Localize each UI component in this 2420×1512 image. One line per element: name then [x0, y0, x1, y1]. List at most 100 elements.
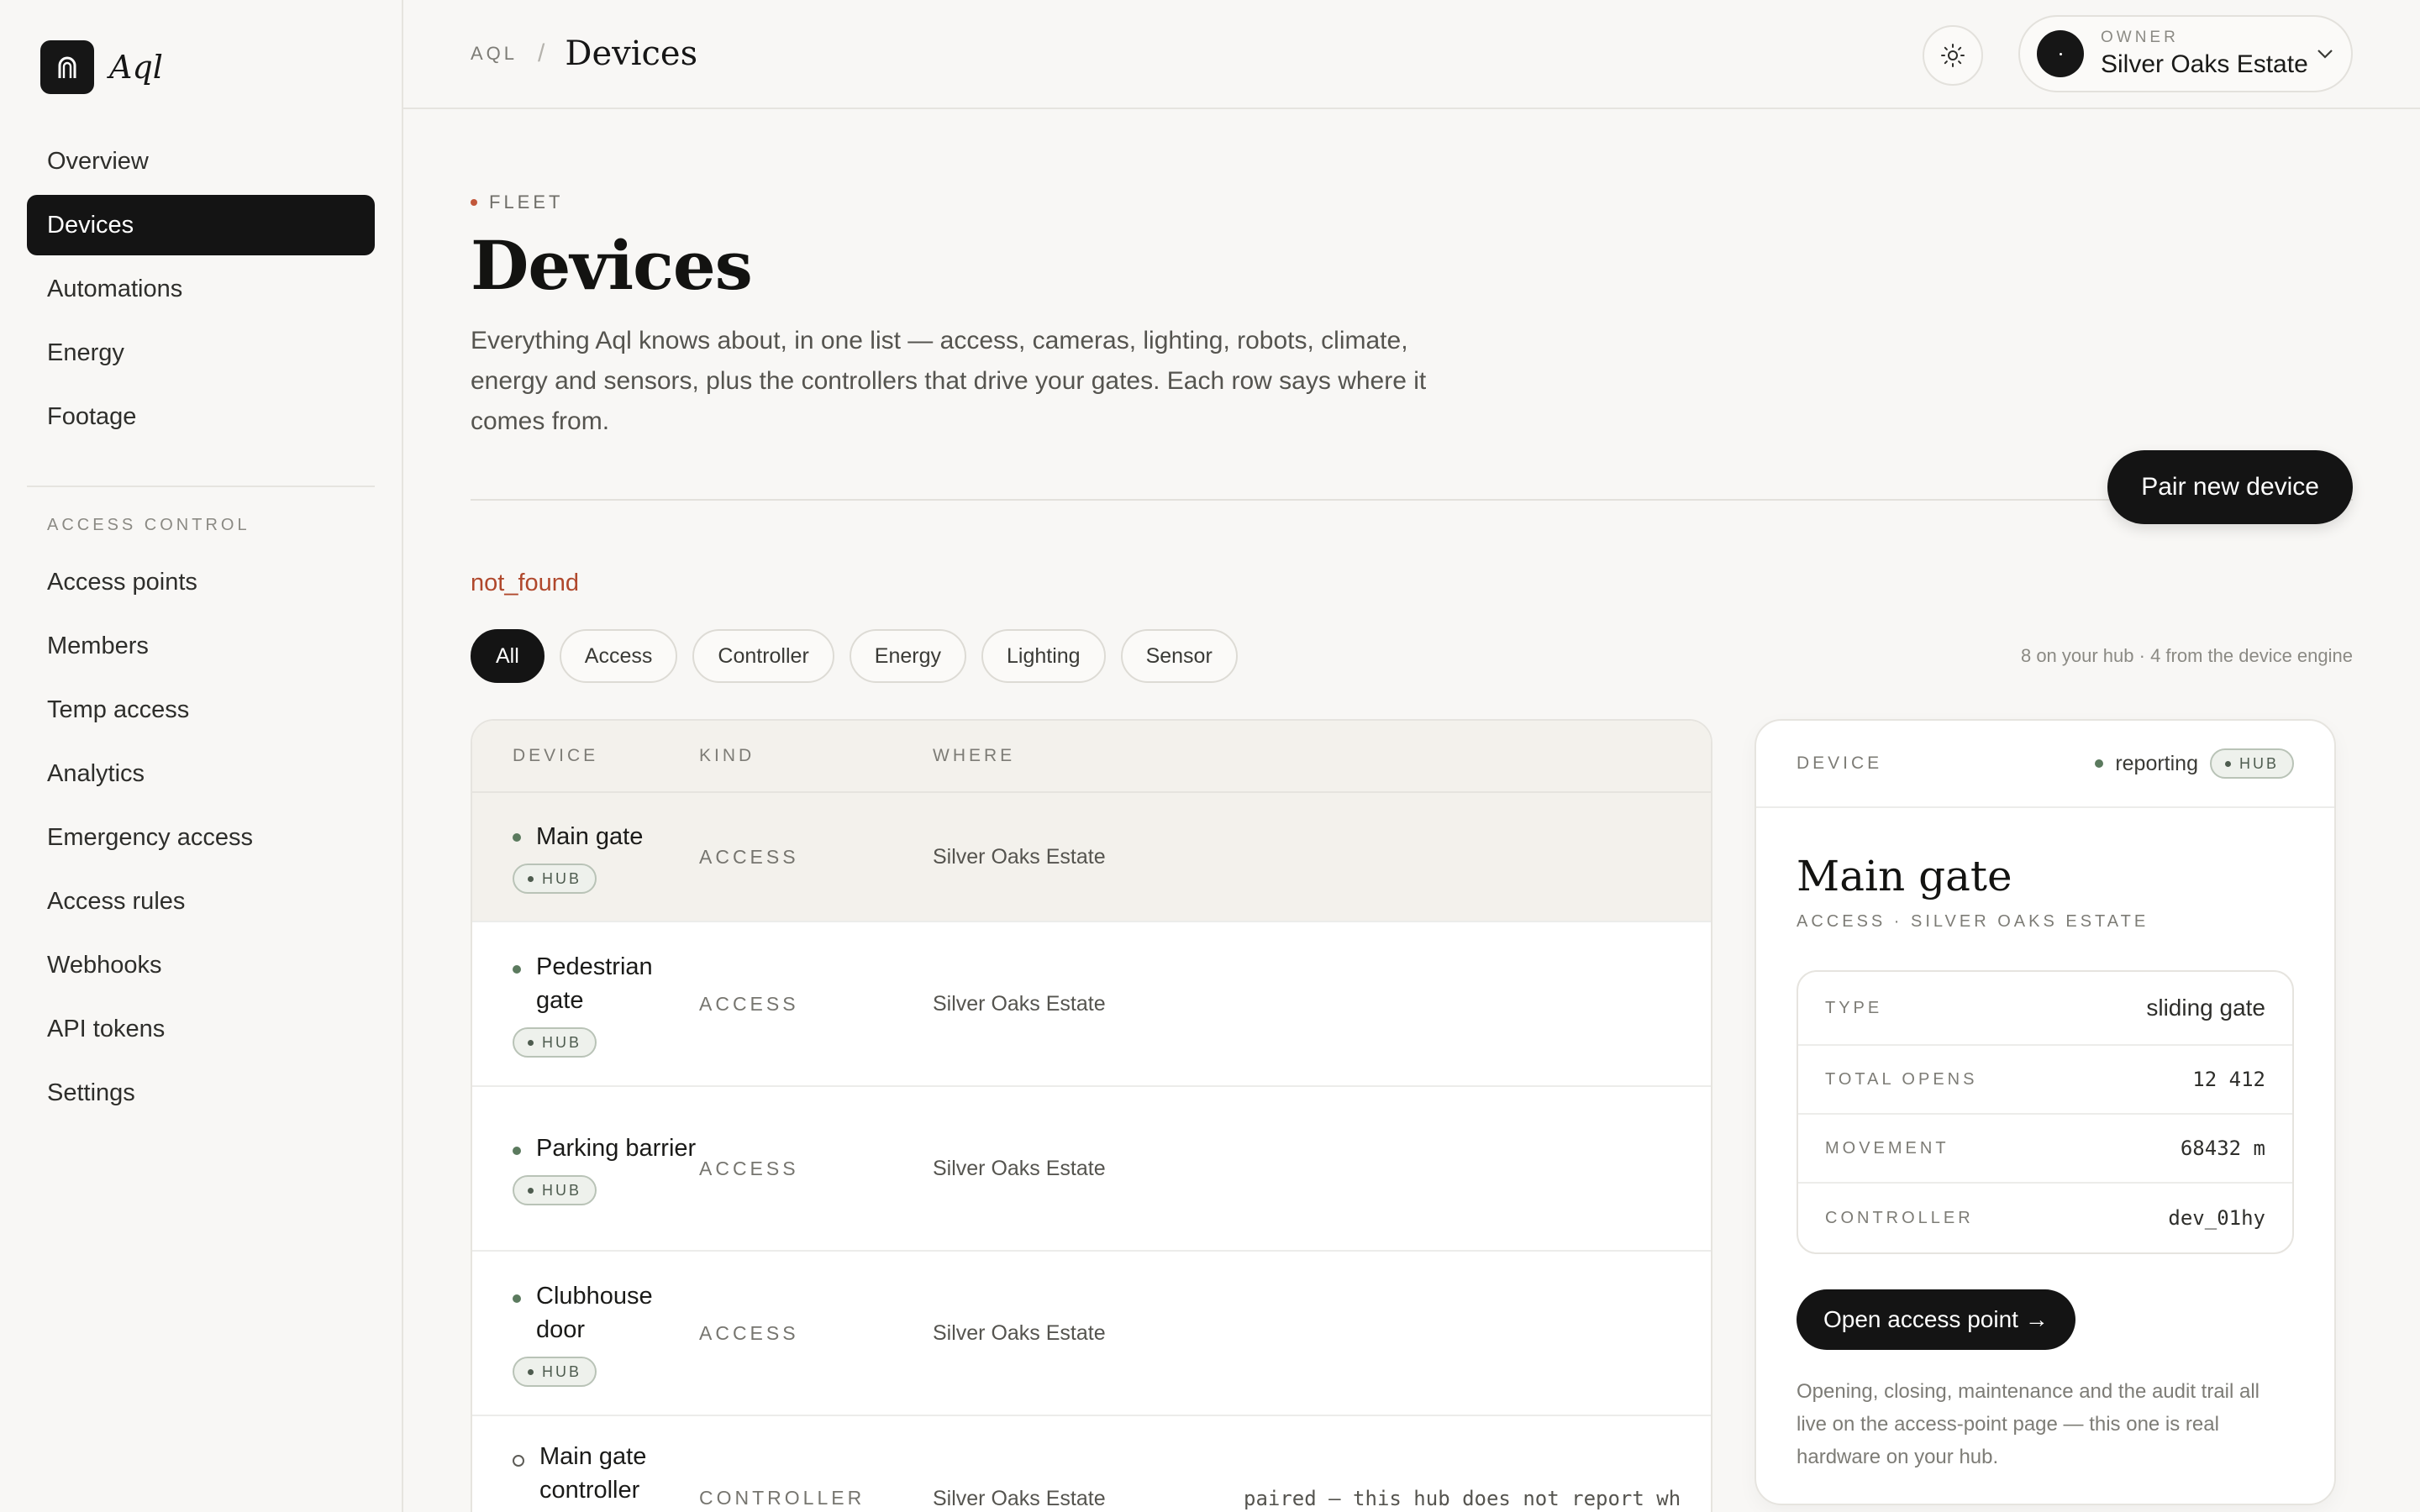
device-where: Silver Oaks Estate: [933, 1156, 1106, 1180]
detail-note: Opening, closing, maintenance and the au…: [1797, 1380, 2260, 1468]
sidebar-item-analytics[interactable]: Analytics: [27, 743, 375, 804]
brand[interactable]: Aql: [40, 40, 375, 94]
table-row[interactable]: Clubhouse door HUB ACCESS Silver Oaks Es…: [472, 1252, 1711, 1416]
property-value: sliding gate: [2146, 995, 2265, 1021]
device-count-summary: 8 on your hub · 4 from the device engine: [2020, 645, 2353, 666]
page-title: Devices: [471, 226, 753, 305]
device-cell: Parking barrier HUB: [472, 1131, 699, 1205]
hub-badge: HUB: [513, 1175, 597, 1205]
sidebar-item-api-tokens[interactable]: API tokens: [27, 999, 375, 1059]
property-row: TOTAL OPENS 12 412: [1798, 1046, 2292, 1115]
device-kind: ACCESS: [699, 1157, 799, 1179]
owner-name: Silver Oaks Estate: [2101, 50, 2308, 78]
property-row: TYPE sliding gate: [1798, 972, 2292, 1046]
device-kind: ACCESS: [699, 1321, 799, 1344]
device-cell: Clubhouse door HUB: [472, 1279, 699, 1387]
app-shell: Aql Overview Devices Automations Energy …: [0, 0, 2420, 1512]
detail-header: DEVICE reporting HUB: [1756, 721, 2334, 808]
device-cell: Main gate controller: [472, 1440, 699, 1507]
sidebar-item-automations[interactable]: Automations: [27, 259, 375, 319]
hub-badge: HUB: [513, 1357, 597, 1387]
sidebar-item-devices[interactable]: Devices: [27, 195, 375, 255]
detail-body: Main gate ACCESS · SILVER OAKS ESTATE TY…: [1756, 808, 2334, 1473]
eyebrow-dot: [471, 199, 477, 206]
filter-bar: All Access Controller Energy Lighting Se…: [471, 629, 2353, 683]
sidebar-divider: [27, 486, 375, 487]
chevron-down-icon: [2317, 50, 2333, 59]
device-where: Silver Oaks Estate: [933, 844, 1106, 869]
theme-toggle-button[interactable]: [1923, 25, 1983, 86]
sun-icon: [1941, 44, 1965, 67]
breadcrumb-separator: /: [538, 39, 545, 67]
status-dot: [2095, 759, 2104, 768]
breadcrumb: AQL / Devices: [471, 34, 697, 73]
property-value: 12 412: [2192, 1068, 2265, 1091]
property-key: CONTROLLER: [1825, 1208, 1974, 1227]
device-where: Silver Oaks Estate: [933, 1487, 1106, 1510]
detail-title: Main gate: [1797, 852, 2012, 900]
sidebar: Aql Overview Devices Automations Energy …: [0, 0, 403, 1512]
filter-chip-controller[interactable]: Controller: [692, 629, 834, 683]
device-detail-panel: DEVICE reporting HUB Main gate ACCESS · …: [1754, 719, 2336, 1505]
status-text: reporting: [2115, 751, 2198, 775]
filter-chip-lighting[interactable]: Lighting: [981, 629, 1106, 683]
pair-new-device-button[interactable]: Pair new device: [2107, 450, 2353, 524]
sidebar-item-webhooks[interactable]: Webhooks: [27, 935, 375, 995]
device-name: Parking barrier: [536, 1135, 697, 1162]
device-cell: Main gate HUB: [472, 820, 699, 894]
property-value: dev_01hy: [2168, 1206, 2265, 1230]
sidebar-item-access-rules[interactable]: Access rules: [27, 871, 375, 932]
filter-chip-energy[interactable]: Energy: [849, 629, 966, 683]
filter-chip-sensor[interactable]: Sensor: [1120, 629, 1238, 683]
sidebar-section-label: ACCESS CONTROL: [47, 516, 250, 534]
table-row[interactable]: Main gate controller CONTROLLER Silver O…: [472, 1416, 1711, 1512]
sidebar-item-energy[interactable]: Energy: [27, 323, 375, 383]
owner-switcher[interactable]: OWNER Silver Oaks Estate: [2018, 15, 2353, 92]
header-divider: [471, 499, 2353, 501]
breadcrumb-current: Devices: [565, 34, 698, 73]
table-row[interactable]: Pedestrian gate HUB ACCESS Silver Oaks E…: [472, 922, 1711, 1087]
property-row: MOVEMENT 68432 m: [1798, 1115, 2292, 1184]
sidebar-item-temp-access[interactable]: Temp access: [27, 680, 375, 740]
brand-logo-icon: [40, 40, 94, 94]
error-message: not_found: [471, 570, 580, 596]
hub-badge: HUB: [513, 1027, 597, 1058]
access-control-nav: Access points Members Temp access Analyt…: [27, 552, 375, 1123]
filter-chip-all[interactable]: All: [471, 629, 544, 683]
device-where: Silver Oaks Estate: [933, 1320, 1106, 1345]
property-key: TYPE: [1825, 998, 1883, 1017]
sidebar-item-access-points[interactable]: Access points: [27, 552, 375, 612]
sidebar-item-emergency-access[interactable]: Emergency access: [27, 807, 375, 868]
page-intro: Everything Aql knows about, in one list …: [471, 327, 1427, 435]
device-kind: ACCESS: [699, 845, 799, 868]
detail-status: reporting HUB: [2095, 748, 2294, 779]
column-header-kind: KIND: [699, 746, 755, 765]
property-key: MOVEMENT: [1825, 1138, 1949, 1158]
owner-text: OWNER Silver Oaks Estate: [2101, 29, 2308, 79]
status-dot: [513, 1294, 521, 1303]
device-where: Silver Oaks Estate: [933, 991, 1106, 1016]
sidebar-item-footage[interactable]: Footage: [27, 386, 375, 447]
device-cell: Pedestrian gate HUB: [472, 950, 699, 1058]
table-row[interactable]: Main gate HUB ACCESS Silver Oaks Estate: [472, 793, 1711, 922]
open-access-point-button[interactable]: Open access point →: [1797, 1289, 2075, 1350]
device-name: Pedestrian gate: [536, 953, 653, 1014]
filter-chip-access[interactable]: Access: [559, 629, 678, 683]
sidebar-item-settings[interactable]: Settings: [27, 1063, 375, 1123]
sidebar-item-overview[interactable]: Overview: [27, 131, 375, 192]
detail-properties: TYPE sliding gate TOTAL OPENS 12 412 MOV…: [1797, 970, 2294, 1254]
device-note: paired — this hub does not report wh: [1244, 1487, 1681, 1510]
table-row[interactable]: Parking barrier HUB ACCESS Silver Oaks E…: [472, 1087, 1711, 1252]
detail-header-label: DEVICE: [1797, 753, 1883, 773]
hub-badge: HUB: [513, 864, 597, 894]
breadcrumb-root[interactable]: AQL: [471, 43, 518, 65]
sidebar-item-members[interactable]: Members: [27, 616, 375, 676]
page-content: FLEET Devices Everything Aql knows about…: [403, 192, 2420, 683]
owner-avatar: [2037, 30, 2084, 77]
status-dot: [513, 1147, 521, 1155]
column-header-where: WHERE: [933, 746, 1016, 765]
eyebrow-label: FLEET: [489, 192, 564, 213]
status-dot-hollow: [513, 1455, 524, 1467]
property-key: TOTAL OPENS: [1825, 1069, 1978, 1089]
hub-badge: HUB: [2209, 748, 2294, 779]
